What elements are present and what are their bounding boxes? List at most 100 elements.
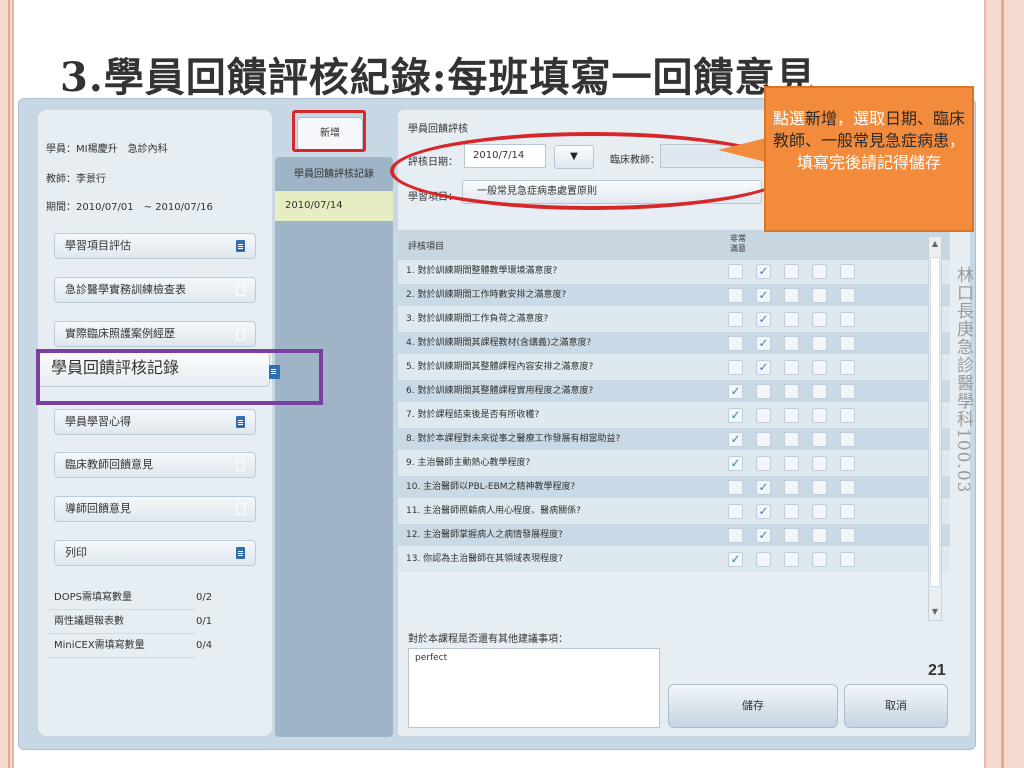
- rating-checkbox[interactable]: [840, 552, 855, 567]
- rating-checkbox[interactable]: [812, 480, 827, 495]
- rating-checkbox[interactable]: [812, 504, 827, 519]
- table-row: 3. 對於訓練期間工作負荷之滿意度? ✓: [398, 308, 950, 331]
- rating-checkbox[interactable]: [812, 528, 827, 543]
- rating-checkbox[interactable]: ✓: [756, 528, 771, 543]
- table-scrollbar[interactable]: ▲ ▼: [928, 236, 942, 621]
- rating-checkbox[interactable]: ✓: [728, 408, 743, 423]
- add-record-button[interactable]: 新增: [297, 117, 363, 151]
- rating-checkbox[interactable]: [812, 384, 827, 399]
- rating-checkbox[interactable]: [756, 432, 771, 447]
- date-dropdown-button[interactable]: ▼: [554, 145, 594, 169]
- rating-checkbox[interactable]: [728, 480, 743, 495]
- rating-checkbox[interactable]: [840, 312, 855, 327]
- rating-checkbox[interactable]: [728, 264, 743, 279]
- rating-checkbox[interactable]: [784, 456, 799, 471]
- rating-checkbox[interactable]: [756, 552, 771, 567]
- scroll-down-icon[interactable]: ▼: [929, 607, 941, 617]
- rating-checkbox[interactable]: [840, 288, 855, 303]
- rating-checkbox[interactable]: [840, 408, 855, 423]
- rating-checkbox[interactable]: ✓: [728, 432, 743, 447]
- item-label: 學習項目：: [408, 192, 458, 203]
- rating-checkbox[interactable]: [728, 336, 743, 351]
- rating-checkbox[interactable]: [784, 312, 799, 327]
- menu-item-learning-evaluation[interactable]: 學習項目評估: [54, 233, 256, 259]
- rating-checkbox[interactable]: [728, 288, 743, 303]
- stat-gender-issue: 兩性議題報表數 0/1: [46, 610, 212, 634]
- learning-item-select[interactable]: 一般常見急症病患處置原則: [462, 180, 762, 204]
- rating-checkbox[interactable]: [840, 456, 855, 471]
- save-button[interactable]: 儲存: [668, 684, 838, 728]
- rating-checkbox[interactable]: [784, 360, 799, 375]
- rating-checkbox[interactable]: [840, 432, 855, 447]
- date-input[interactable]: 2010/7/14: [464, 144, 546, 168]
- rating-checkbox[interactable]: ✓: [756, 288, 771, 303]
- rating-checkbox[interactable]: ✓: [756, 336, 771, 351]
- rating-checkbox[interactable]: [784, 288, 799, 303]
- menu-item-learning-reflection[interactable]: 學員學習心得: [54, 409, 256, 435]
- rating-checkbox[interactable]: [784, 528, 799, 543]
- chevron-down-icon: ▼: [570, 151, 578, 162]
- rating-checkbox[interactable]: [812, 432, 827, 447]
- rating-checkbox[interactable]: [784, 384, 799, 399]
- scrollbar-thumb[interactable]: [930, 257, 940, 587]
- rating-checkbox[interactable]: [784, 504, 799, 519]
- rating-checkbox[interactable]: [728, 504, 743, 519]
- rating-checkbox[interactable]: ✓: [756, 312, 771, 327]
- menu-item-practice-checklist[interactable]: 急診醫學實務訓練檢查表: [54, 277, 256, 303]
- rating-checkbox[interactable]: ✓: [728, 552, 743, 567]
- right-border-line: [1001, 0, 1004, 768]
- rating-checkbox[interactable]: ✓: [756, 360, 771, 375]
- rating-checkbox[interactable]: [812, 312, 827, 327]
- menu-item-feedback-record[interactable]: 學員回饋評核記錄: [36, 351, 280, 387]
- rating-checkbox[interactable]: [840, 504, 855, 519]
- rating-checkbox[interactable]: [812, 552, 827, 567]
- rating-checkbox[interactable]: [812, 288, 827, 303]
- rating-checkbox[interactable]: [756, 408, 771, 423]
- menu-item-mentor-feedback[interactable]: 導師回饋意見: [54, 496, 256, 522]
- rating-checkbox[interactable]: [812, 336, 827, 351]
- rating-checkbox[interactable]: ✓: [756, 504, 771, 519]
- stat-value: 0/1: [196, 616, 213, 627]
- rating-checkbox[interactable]: [812, 456, 827, 471]
- comment-textarea[interactable]: perfect: [408, 648, 660, 728]
- rating-checkbox[interactable]: [756, 384, 771, 399]
- scroll-up-icon[interactable]: ▲: [929, 239, 941, 249]
- rating-checkbox[interactable]: ✓: [756, 480, 771, 495]
- rating-checkbox[interactable]: [784, 432, 799, 447]
- rating-checkbox[interactable]: [756, 456, 771, 471]
- menu-item-teacher-feedback[interactable]: 臨床教師回饋意見: [54, 452, 256, 478]
- rating-checkbox[interactable]: [840, 360, 855, 375]
- rating-checkbox[interactable]: [812, 264, 827, 279]
- cancel-button[interactable]: 取消: [844, 684, 948, 728]
- rating-checkbox[interactable]: [728, 528, 743, 543]
- rating-checkbox[interactable]: [784, 408, 799, 423]
- rating-checkbox[interactable]: ✓: [728, 456, 743, 471]
- record-list-item[interactable]: 2010/07/14: [275, 191, 393, 221]
- menu-item-clinical-cases[interactable]: 實際臨床照護案例經歷: [54, 321, 256, 347]
- rating-checkbox[interactable]: [840, 480, 855, 495]
- rating-checkbox[interactable]: [840, 264, 855, 279]
- doc-filled-icon: [236, 416, 245, 428]
- menu-item-print[interactable]: 列印: [54, 540, 256, 566]
- rating-checkbox[interactable]: [812, 360, 827, 375]
- rating-checkbox[interactable]: [784, 336, 799, 351]
- rating-checkbox[interactable]: [784, 552, 799, 567]
- rating-checkbox[interactable]: [784, 480, 799, 495]
- rating-checkbox[interactable]: [728, 312, 743, 327]
- table-row: 10. 主治醫師以PBL-EBM之精神教學程度? ✓: [398, 476, 950, 499]
- rating-checkbox[interactable]: [728, 360, 743, 375]
- row-label: 2. 對於訓練期間工作時數安排之滿意度?: [406, 290, 567, 300]
- rating-checkbox[interactable]: [812, 408, 827, 423]
- row-label: 8. 對於本課程對未來從事之醫療工作發展有相當助益?: [406, 434, 621, 444]
- rating-checkbox[interactable]: [784, 264, 799, 279]
- row-label: 1. 對於訓練期間整體教學環境滿意度?: [406, 266, 558, 276]
- rating-checkbox[interactable]: [840, 528, 855, 543]
- teacher-select-label: 臨床教師：: [610, 155, 660, 166]
- rating-checkbox[interactable]: ✓: [756, 264, 771, 279]
- rating-checkbox[interactable]: [840, 384, 855, 399]
- rating-checkbox[interactable]: [840, 336, 855, 351]
- menu-item-label: 學員回饋評核記錄: [51, 360, 180, 377]
- rating-checkbox[interactable]: ✓: [728, 384, 743, 399]
- menu-item-label: 學員學習心得: [65, 415, 131, 428]
- table-row: 11. 主治醫師照顧病人用心程度、醫病關係? ✓: [398, 500, 950, 523]
